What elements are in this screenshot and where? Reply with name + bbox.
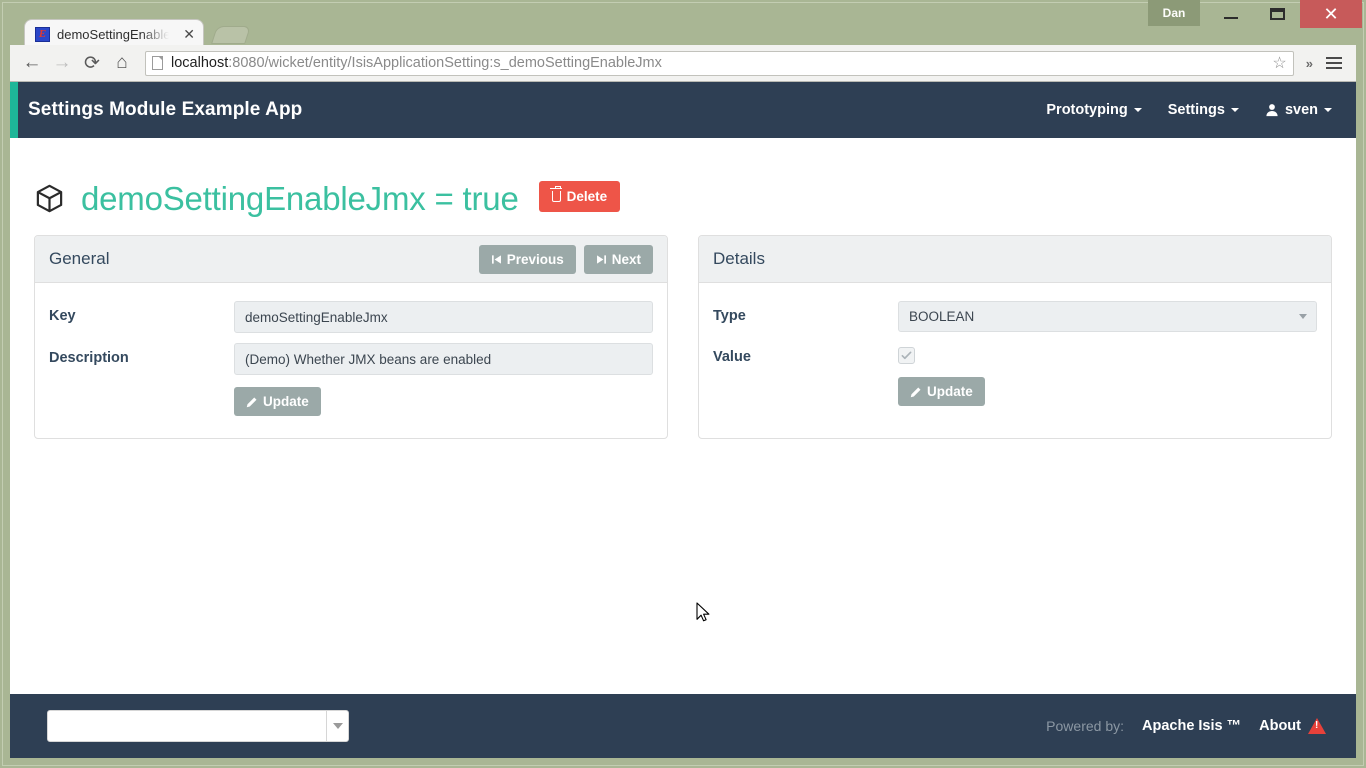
url-text: localhost:8080/wicket/entity/IsisApplica… — [171, 55, 662, 71]
nav-item-user[interactable]: sven — [1265, 102, 1332, 118]
user-icon — [1266, 104, 1278, 117]
details-update-button[interactable]: Update — [898, 377, 985, 406]
browser-tab-active[interactable]: E demoSettingEnableJ ✕ — [24, 19, 204, 48]
accent-bar — [10, 82, 18, 138]
details-panel: Details Type BOOLEAN Value Update — [698, 235, 1332, 439]
type-label: Type — [713, 308, 746, 324]
toolbar-overflow-button[interactable]: » — [1300, 56, 1319, 71]
os-window-frame: Dan ✕ E demoSettingEnableJ ✕ ← → ⟳ ⌂ loc… — [0, 0, 1366, 768]
general-panel-header: General Previous Next — [35, 236, 667, 283]
browser-menu-icon[interactable] — [1319, 57, 1349, 69]
description-value-wrap: (Demo) Whether JMX beans are enabled — [234, 343, 653, 375]
step-backward-icon — [491, 254, 501, 264]
edit-pencil-icon — [910, 387, 921, 397]
general-update-row: Update — [49, 387, 653, 416]
edit-pencil-icon — [246, 397, 257, 407]
type-select[interactable]: BOOLEAN — [898, 301, 1317, 332]
about-link[interactable]: About — [1259, 718, 1326, 734]
description-field[interactable]: (Demo) Whether JMX beans are enabled — [234, 343, 653, 375]
description-label: Description — [49, 350, 129, 366]
url-host: localhost — [171, 55, 229, 71]
footer-right: Powered by: Apache Isis ™ About — [1046, 718, 1326, 734]
page-title: demoSettingEnableJmx = true — [81, 180, 519, 217]
general-panel-title: General — [49, 249, 110, 268]
forward-button[interactable]: → — [47, 48, 77, 78]
next-button-label: Next — [611, 251, 641, 267]
key-field[interactable]: demoSettingEnableJmx — [234, 301, 653, 333]
app-footer: Powered by: Apache Isis ™ About — [10, 694, 1356, 758]
delete-button[interactable]: Delete — [538, 181, 621, 212]
details-panel-title: Details — [713, 249, 765, 268]
page-body: demoSettingEnableJmx = true Delete Gener… — [10, 138, 1356, 439]
app-nav: Prototyping Settings sven — [1046, 102, 1332, 118]
chevron-down-icon — [1324, 108, 1332, 112]
details-update-row: Update — [713, 377, 1317, 406]
field-row-value: Value — [713, 342, 1317, 365]
general-panel: General Previous Next Key demoSettingEna… — [34, 235, 668, 439]
about-label: About — [1259, 718, 1301, 734]
app-brand-title[interactable]: Settings Module Example App — [28, 99, 302, 121]
general-update-button[interactable]: Update — [234, 387, 321, 416]
check-icon — [901, 351, 912, 360]
details-panel-body: Type BOOLEAN Value Update — [699, 283, 1331, 428]
panels-container: General Previous Next Key demoSettingEna… — [34, 235, 1332, 439]
tab-close-icon[interactable]: ✕ — [183, 27, 195, 41]
product-link[interactable]: Apache Isis ™ — [1142, 718, 1241, 734]
previous-button-label: Previous — [506, 251, 564, 267]
field-row-key: Key demoSettingEnableJmx — [49, 301, 653, 333]
key-label: Key — [49, 308, 76, 324]
favicon-letter: E — [38, 27, 47, 40]
details-panel-header: Details — [699, 236, 1331, 283]
type-value-wrap: BOOLEAN — [898, 301, 1317, 332]
favicon-icon: E — [35, 26, 50, 42]
step-forward-icon — [596, 254, 606, 264]
footer-select-input[interactable] — [48, 711, 326, 741]
delete-button-label: Delete — [566, 189, 608, 204]
nav-label-settings: Settings — [1167, 102, 1225, 118]
url-path: :8080/wicket/entity/IsisApplicationSetti… — [228, 55, 662, 71]
value-value-wrap — [898, 342, 1317, 364]
general-panel-body: Key demoSettingEnableJmx Description (De… — [35, 283, 667, 438]
browser-toolbar: ← → ⟳ ⌂ localhost:8080/wicket/entity/Isi… — [10, 45, 1356, 82]
chevron-down-icon — [1230, 108, 1239, 112]
previous-button[interactable]: Previous — [478, 244, 576, 274]
trash-icon — [550, 185, 563, 202]
field-row-type: Type BOOLEAN — [713, 301, 1317, 332]
app-header: Settings Module Example App Prototyping … — [10, 82, 1356, 138]
new-tab-button[interactable] — [211, 26, 251, 44]
general-panel-actions: Previous Next — [478, 244, 653, 274]
address-bar[interactable]: localhost:8080/wicket/entity/IsisApplica… — [145, 50, 1294, 76]
powered-by-label: Powered by: — [1046, 718, 1124, 734]
footer-select[interactable] — [47, 710, 349, 742]
warning-triangle-icon — [1308, 718, 1326, 734]
home-button[interactable]: ⌂ — [107, 48, 137, 78]
back-button[interactable]: ← — [17, 48, 47, 78]
details-update-label: Update — [927, 384, 973, 399]
browser-tabstrip: E demoSettingEnableJ ✕ — [10, 14, 1356, 48]
nav-label-prototyping: Prototyping — [1046, 102, 1128, 118]
nav-item-prototyping[interactable]: Prototyping — [1046, 102, 1142, 118]
nav-label-user: sven — [1284, 102, 1318, 118]
type-select-value: BOOLEAN — [909, 309, 975, 324]
value-label: Value — [713, 349, 751, 365]
footer-select-toggle[interactable] — [326, 711, 348, 741]
page-viewport: Settings Module Example App Prototyping … — [10, 82, 1356, 758]
general-update-label: Update — [263, 394, 309, 409]
cube-icon — [36, 184, 63, 213]
bookmark-star-icon[interactable]: ☆ — [1272, 53, 1286, 73]
next-button[interactable]: Next — [583, 244, 653, 274]
tab-title: demoSettingEnableJ — [57, 26, 177, 42]
nav-item-settings[interactable]: Settings — [1168, 102, 1239, 118]
reload-button[interactable]: ⟳ — [77, 48, 107, 78]
chevron-down-icon — [1133, 108, 1142, 112]
field-row-description: Description (Demo) Whether JMX beans are… — [49, 343, 653, 375]
page-title-row: demoSettingEnableJmx = true Delete — [34, 138, 1332, 227]
page-info-icon[interactable] — [152, 56, 163, 70]
chevron-down-icon — [332, 723, 343, 729]
key-value-wrap: demoSettingEnableJmx — [234, 301, 653, 333]
chevron-down-icon — [1299, 314, 1307, 319]
value-checkbox[interactable] — [898, 347, 915, 364]
